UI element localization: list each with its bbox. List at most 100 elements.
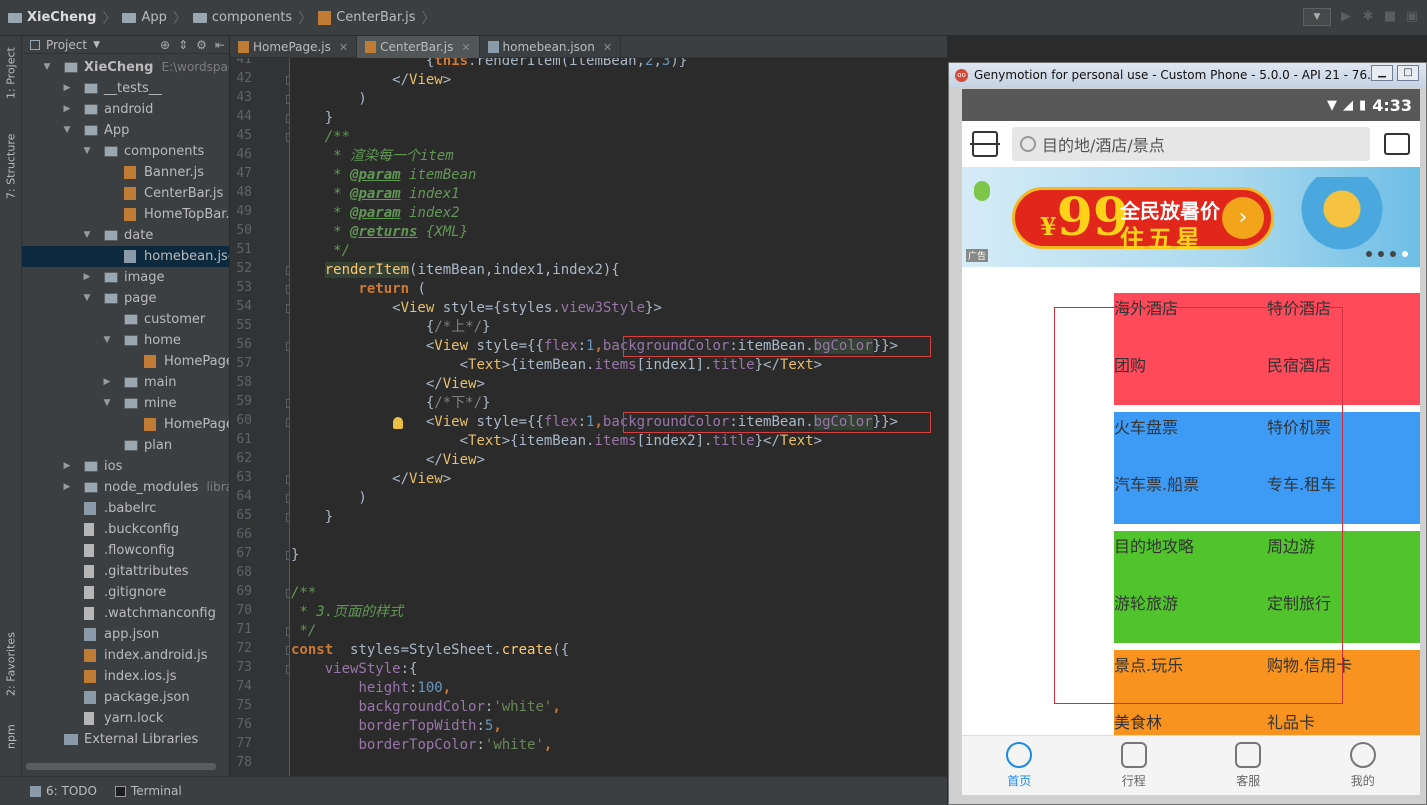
emulator-title-bar[interactable]: oo Genymotion for personal use - Custom … [949, 63, 1426, 87]
tree-item[interactable]: customer [22, 309, 229, 330]
tree-item[interactable]: HomeTopBar.js [22, 204, 229, 225]
tree-item[interactable]: ▶ image [22, 267, 229, 288]
fold-marker[interactable] [286, 304, 289, 313]
tree-item[interactable]: plan [22, 435, 229, 456]
tree-item[interactable]: ▼ date [22, 225, 229, 246]
breadcrumb-file[interactable]: CenterBar.js [336, 10, 415, 25]
fold-marker[interactable] [286, 494, 289, 503]
chevron-right-icon[interactable]: ▶ [62, 477, 72, 498]
chevron-right-icon[interactable]: ▶ [102, 372, 112, 393]
tree-item[interactable]: External Libraries [22, 729, 229, 750]
tab-mine[interactable]: 我的 [1306, 736, 1421, 795]
run-icon[interactable]: ▶ [1339, 10, 1353, 24]
tree-item[interactable]: ▶ __tests__ [22, 78, 229, 99]
chevron-right-icon[interactable]: ▶ [82, 267, 92, 288]
hide-icon[interactable]: ⇤ [215, 38, 225, 52]
tab-trip[interactable]: 行程 [1077, 736, 1192, 795]
tree-item[interactable]: app.json [22, 624, 229, 645]
tree-item[interactable]: CenterBar.js [22, 183, 229, 204]
tree-item[interactable]: .flowconfig [22, 540, 229, 561]
grid-item[interactable]: 美食林 [1114, 709, 1162, 733]
chevron-right-icon[interactable]: ▶ [62, 456, 72, 477]
fold-marker[interactable] [286, 589, 289, 598]
tool-window-npm[interactable]: npm [0, 722, 22, 752]
tree-item[interactable]: Banner.js [22, 162, 229, 183]
tree-item[interactable]: .gitattributes [22, 561, 229, 582]
lightbulb-icon[interactable] [393, 417, 403, 429]
tool-window-favorites[interactable]: 2: Favorites [0, 626, 22, 702]
terminal-tool-button[interactable]: Terminal [114, 784, 182, 798]
fold-marker[interactable] [286, 76, 289, 85]
chevron-down-icon[interactable]: ▼ [62, 120, 72, 141]
tree-item[interactable]: .gitignore [22, 582, 229, 603]
tree-item[interactable]: ▶ ios [22, 456, 229, 477]
collapse-icon[interactable]: ⇕ [178, 38, 188, 52]
chevron-down-icon[interactable]: ▼ [82, 225, 92, 246]
locate-icon[interactable]: ⊕ [160, 38, 170, 52]
chevron-down-icon[interactable]: ▼ [82, 288, 92, 309]
fold-marker[interactable] [286, 475, 289, 484]
tool-window-structure[interactable]: 7: Structure [0, 126, 22, 206]
tree-item[interactable]: .buckconfig [22, 519, 229, 540]
chevron-down-icon[interactable]: ▼ [102, 393, 112, 414]
tree-item[interactable]: ▼ components [22, 141, 229, 162]
chevron-right-icon[interactable]: ▶ [62, 99, 72, 120]
tree-item[interactable]: HomePage.js [22, 414, 229, 435]
tree-item[interactable]: ▶ android [22, 99, 229, 120]
fold-marker[interactable] [286, 399, 289, 408]
tab-homebean[interactable]: homebean.json ✕ [480, 36, 622, 58]
search-input[interactable]: 目的地/酒店/景点 [1012, 127, 1370, 161]
breadcrumb-project[interactable]: XieCheng [27, 10, 96, 25]
tree-item[interactable]: ▼ XieCheng E:\wordspace\Xie [22, 57, 229, 78]
horizontal-scrollbar[interactable] [26, 763, 216, 770]
fold-marker[interactable] [286, 418, 289, 427]
fold-marker[interactable] [286, 95, 289, 104]
tree-item[interactable]: ▼ page [22, 288, 229, 309]
fold-marker[interactable] [286, 285, 289, 294]
chevron-down-icon[interactable]: ▼ [102, 330, 112, 351]
tree-item[interactable]: ▼ home [22, 330, 229, 351]
tree-item[interactable]: package.json [22, 687, 229, 708]
fold-marker[interactable] [286, 627, 289, 636]
code-editor[interactable]: {this.renderItem(itemBean,2,3)} </View> … [291, 58, 947, 776]
tab-home[interactable]: 首页 [962, 736, 1077, 795]
tree-item[interactable]: index.ios.js [22, 666, 229, 687]
todo-tool-button[interactable]: 6: TODO [30, 784, 97, 798]
close-icon[interactable]: ✕ [461, 41, 470, 54]
tree-item[interactable]: ▼ App [22, 120, 229, 141]
fold-marker[interactable] [286, 114, 289, 123]
tree-item[interactable]: ▶ main [22, 372, 229, 393]
close-icon[interactable]: ✕ [603, 41, 612, 54]
minimize-button[interactable]: ▁ [1371, 65, 1393, 81]
tree-item[interactable]: .babelrc [22, 498, 229, 519]
fold-marker[interactable] [286, 665, 289, 674]
maximize-button[interactable]: □ [1397, 65, 1419, 81]
chevron-down-icon[interactable]: ▼ [93, 40, 100, 50]
tree-item[interactable]: HomePage.js [22, 351, 229, 372]
chevron-down-icon[interactable]: ▼ [42, 57, 52, 78]
breadcrumb-components[interactable]: components [212, 10, 292, 25]
tree-item[interactable]: yarn.lock [22, 708, 229, 729]
tool-window-project[interactable]: 1: Project [0, 40, 22, 106]
tree-item[interactable]: homebean.json [22, 246, 229, 267]
tree-item[interactable]: ▼ mine [22, 393, 229, 414]
grid-item[interactable]: 礼品卡 [1267, 709, 1315, 733]
coverage-icon[interactable]: ▣ [1405, 10, 1419, 24]
debug-icon[interactable]: ✱ [1361, 10, 1375, 24]
tree-item[interactable]: ▶ node_modules library ro [22, 477, 229, 498]
close-icon[interactable]: ✕ [339, 41, 348, 54]
fold-marker[interactable] [286, 646, 289, 655]
project-panel-title[interactable]: Project [46, 38, 87, 52]
fold-marker[interactable] [286, 133, 289, 142]
fold-marker[interactable] [286, 551, 289, 560]
scan-icon[interactable] [970, 131, 1000, 157]
tree-item[interactable]: .watchmanconfig [22, 603, 229, 624]
tab-centerbar[interactable]: CenterBar.js ✕ [357, 36, 480, 58]
tab-service[interactable]: 客服 [1191, 736, 1306, 795]
promo-banner[interactable]: ¥99 全民放暑价 住五星 › 广告 [962, 167, 1420, 267]
breadcrumb-app[interactable]: App [141, 10, 166, 25]
chevron-down-icon[interactable]: ▼ [82, 141, 92, 162]
chevron-right-icon[interactable]: ▶ [62, 78, 72, 99]
fold-marker[interactable] [286, 342, 289, 351]
tab-homepage[interactable]: HomePage.js ✕ [230, 36, 358, 58]
